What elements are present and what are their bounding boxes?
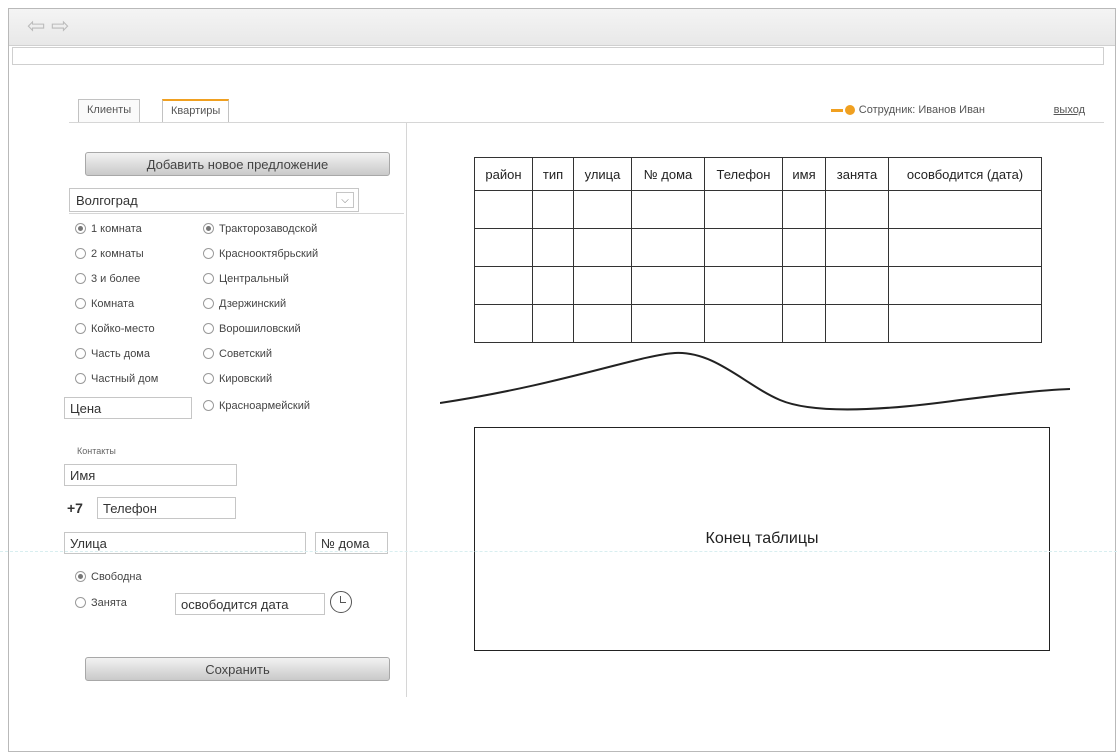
radio-icon [75, 323, 86, 334]
radio-icon [203, 323, 214, 334]
city-value: Волгоград [76, 193, 138, 208]
back-arrow-icon[interactable]: ⇦ [27, 15, 45, 37]
radio-icon [203, 400, 214, 411]
radio-icon [203, 248, 214, 259]
contacts-label: Контакты [77, 446, 116, 456]
column-header[interactable]: тип [532, 157, 574, 191]
radio-icon [75, 597, 86, 608]
radio-icon [75, 273, 86, 284]
radio-icon [203, 373, 214, 384]
radio-district-dzerzh[interactable]: Дзержинский [203, 297, 286, 311]
table-row[interactable] [474, 190, 1042, 229]
radio-icon [75, 373, 86, 384]
employee-label: Сотрудник: Иванов Иван [858, 104, 985, 116]
radio-icon [203, 348, 214, 359]
tab-clients[interactable]: Клиенты [78, 99, 141, 123]
clock-icon[interactable] [330, 591, 352, 613]
radio-label: 3 и более [91, 273, 141, 285]
table-header-row: район тип улица № дома Телефон имя занят… [474, 157, 1042, 191]
apartments-table: район тип улица № дома Телефон имя занят… [474, 157, 1042, 343]
price-field[interactable]: Цена [64, 397, 192, 419]
table-row[interactable] [474, 228, 1042, 267]
radio-label: Занята [91, 597, 127, 609]
column-header[interactable]: район [474, 157, 533, 191]
radio-district-kirov[interactable]: Кировский [203, 372, 272, 386]
logout-link[interactable]: выход [1054, 104, 1085, 116]
radio-label: Дзержинский [219, 298, 287, 310]
radio-label: Частный дом [91, 373, 159, 385]
employee-info: Сотрудник: Иванов Иван [830, 104, 985, 116]
release-date-field[interactable]: освободится дата [175, 593, 325, 615]
key-icon [830, 108, 843, 112]
radio-icon [75, 348, 86, 359]
radio-icon [75, 223, 86, 234]
radio-label: Советский [219, 348, 273, 360]
tab-apartments[interactable]: Квартиры [162, 99, 230, 123]
radio-icon [203, 273, 214, 284]
radio-label: Часть дома [91, 348, 150, 360]
radio-icon [75, 248, 86, 259]
radio-label: Красноармейский [219, 400, 310, 412]
radio-icon [203, 223, 214, 234]
radio-district-sovet[interactable]: Советский [203, 347, 272, 361]
radio-icon [75, 298, 86, 309]
address-bar[interactable] [12, 47, 1104, 65]
radio-icon [203, 298, 214, 309]
radio-bed[interactable]: Койко-место [75, 322, 155, 336]
save-button[interactable]: Сохранить [85, 657, 390, 681]
radio-district-krasnoarm[interactable]: Красноармейский [203, 399, 310, 413]
table-end-box: Конец таблицы [474, 427, 1050, 651]
radio-label: Тракторозаводской [219, 223, 318, 235]
browser-toolbar: ⇦ ⇨ [9, 9, 1115, 46]
radio-icon [75, 571, 86, 582]
radio-district-traktor[interactable]: Тракторозаводской [203, 222, 317, 236]
radio-label: Свободна [91, 571, 142, 583]
radio-label: Центральный [219, 273, 289, 285]
table-row[interactable] [474, 266, 1042, 305]
guide-line [0, 551, 1117, 553]
column-header[interactable]: имя [782, 157, 826, 191]
radio-free[interactable]: Свободна [75, 570, 142, 584]
panel-divider [406, 122, 407, 697]
tab-divider [69, 122, 1104, 123]
radio-rooms-3[interactable]: 3 и более [75, 272, 140, 286]
radio-label: Краснооктябрьский [219, 248, 319, 260]
column-header[interactable]: улица [573, 157, 632, 191]
column-header[interactable]: Телефон [704, 157, 783, 191]
add-offer-button[interactable]: Добавить новое предложение [85, 152, 390, 176]
column-header[interactable]: № дома [631, 157, 705, 191]
radio-part-house[interactable]: Часть дома [75, 347, 150, 361]
name-field[interactable]: Имя [64, 464, 237, 486]
radio-district-central[interactable]: Центральный [203, 272, 289, 286]
radio-district-vorosh[interactable]: Ворошиловский [203, 322, 301, 336]
radio-label: Комната [91, 298, 135, 310]
radio-district-krasnooktyabr[interactable]: Краснооктябрьский [203, 247, 318, 261]
forward-arrow-icon[interactable]: ⇨ [51, 15, 69, 37]
phone-prefix: +7 [67, 500, 83, 516]
radio-label: Койко-место [91, 323, 155, 335]
filter-divider [69, 213, 404, 214]
radio-label: Кировский [219, 373, 273, 385]
column-header[interactable]: осовбодится (дата) [888, 157, 1042, 191]
radio-private-house[interactable]: Частный дом [75, 372, 158, 386]
table-row[interactable] [474, 304, 1042, 343]
key-head-icon [844, 105, 855, 116]
column-header[interactable]: занята [825, 157, 889, 191]
radio-label: 2 комнаты [91, 248, 144, 260]
radio-label: Ворошиловский [219, 323, 301, 335]
table-break-wave [440, 351, 1071, 411]
radio-rooms-1[interactable]: 1 комната [75, 222, 142, 236]
city-select[interactable]: Волгоград ⌵ [69, 188, 359, 212]
radio-occupied[interactable]: Занята [75, 596, 127, 610]
chevron-down-icon[interactable]: ⌵ [336, 192, 354, 208]
phone-field[interactable]: Телефон [97, 497, 236, 519]
radio-rooms-2[interactable]: 2 комнаты [75, 247, 144, 261]
table-end-label: Конец таблицы [705, 530, 819, 547]
radio-label: 1 комната [91, 223, 142, 235]
radio-room[interactable]: Комната [75, 297, 134, 311]
